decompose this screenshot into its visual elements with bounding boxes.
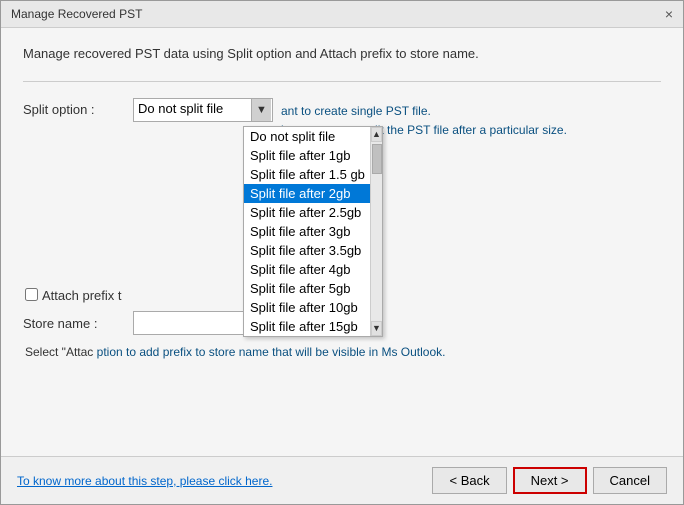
main-window: Manage Recovered PST × Manage recovered … — [0, 0, 684, 505]
divider — [23, 81, 661, 82]
cancel-button[interactable]: Cancel — [593, 467, 667, 494]
form-area: Split option : Do not split file ▼ Do no… — [23, 98, 661, 438]
split-select[interactable]: Do not split file — [133, 98, 273, 122]
split-option-label: Split option : — [23, 98, 133, 117]
split-select-container: Do not split file ▼ Do not split file Sp… — [133, 98, 273, 122]
dropdown-item-5[interactable]: Split file after 3gb — [244, 222, 370, 241]
dropdown-item-10[interactable]: Split file after 15gb — [244, 317, 370, 336]
attach-prefix-label: Attach prefix t — [42, 288, 121, 303]
scrollbar-thumb[interactable] — [372, 144, 382, 174]
footer-buttons: < Back Next > Cancel — [432, 467, 667, 494]
dropdown-item-9[interactable]: Split file after 10gb — [244, 298, 370, 317]
dropdown-item-8[interactable]: Split file after 5gb — [244, 279, 370, 298]
split-dropdown: Do not split file Split file after 1gb S… — [243, 126, 383, 337]
next-button[interactable]: Next > — [513, 467, 587, 494]
window-title: Manage Recovered PST — [11, 7, 142, 21]
dropdown-item-3[interactable]: Split file after 2gb — [244, 184, 370, 203]
dropdown-item-1[interactable]: Split file after 1gb — [244, 146, 370, 165]
split-option-row: Split option : Do not split file ▼ Do no… — [23, 98, 661, 140]
dropdown-list: Do not split file Split file after 1gb S… — [244, 127, 370, 336]
footer: To know more about this step, please cli… — [1, 456, 683, 504]
scrollbar-down-button[interactable]: ▼ — [371, 321, 382, 336]
help-link[interactable]: To know more about this step, please cli… — [17, 474, 272, 488]
store-name-label: Store name : — [23, 316, 133, 331]
dropdown-scrollbar: ▲ ▼ — [370, 127, 382, 336]
attach-help-text: Select "Attac ption to add prefix to sto… — [25, 343, 661, 361]
dropdown-item-6[interactable]: Split file after 3.5gb — [244, 241, 370, 260]
content-area: Manage recovered PST data using Split op… — [1, 28, 683, 456]
header-description: Manage recovered PST data using Split op… — [23, 46, 661, 61]
scrollbar-up-button[interactable]: ▲ — [371, 127, 382, 142]
dropdown-item-4[interactable]: Split file after 2.5gb — [244, 203, 370, 222]
dropdown-item-7[interactable]: Split file after 4gb — [244, 260, 370, 279]
attach-prefix-checkbox[interactable] — [25, 288, 38, 301]
dropdown-item-0[interactable]: Do not split file — [244, 127, 370, 146]
close-button[interactable]: × — [665, 7, 673, 21]
title-bar: Manage Recovered PST × — [1, 1, 683, 28]
back-button[interactable]: < Back — [432, 467, 506, 494]
dropdown-item-2[interactable]: Split file after 1.5 gb — [244, 165, 370, 184]
scrollbar-track — [371, 142, 382, 321]
